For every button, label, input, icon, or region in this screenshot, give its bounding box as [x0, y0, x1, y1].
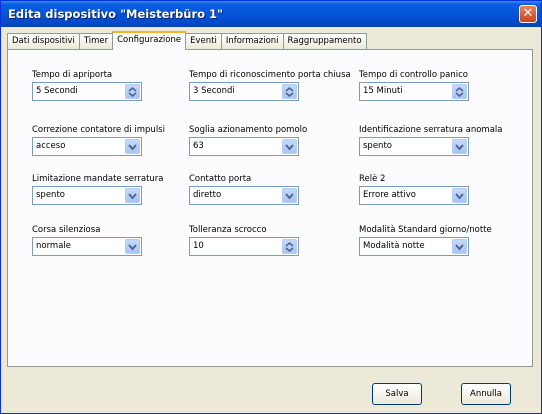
- spinner-arrows-icon[interactable]: [452, 84, 467, 99]
- field-modalita-standard: Modalità Standard giorno/notte Modalità …: [359, 225, 492, 256]
- field-contatto-porta: Contatto porta diretto: [189, 174, 299, 205]
- dialog-window: Edita dispositivo "Meisterbüro 1" ✕ Dati…: [0, 0, 542, 414]
- field-soglia-pomolo: Soglia azionamento pomolo 63: [189, 125, 308, 156]
- field-tolleranza-scrocco: Tolleranza scrocco 10: [189, 225, 299, 256]
- tab-raggruppamento[interactable]: Raggruppamento: [282, 33, 367, 49]
- cancel-button[interactable]: Annulla: [461, 383, 511, 405]
- correzione-contatore-dropdown[interactable]: acceso: [32, 137, 142, 156]
- chevron-down-icon[interactable]: [452, 188, 467, 203]
- tempo-apriporta-spinner[interactable]: 5 Secondi: [32, 82, 142, 101]
- field-value: normale: [36, 241, 72, 251]
- field-value: 3 Secondi: [193, 86, 235, 96]
- field-label: Soglia azionamento pomolo: [189, 125, 308, 135]
- chevron-down-icon[interactable]: [125, 239, 140, 254]
- field-tempo-apriporta: Tempo di apriporta 5 Secondi: [32, 70, 142, 101]
- tab-eventi[interactable]: Eventi: [185, 33, 222, 49]
- chevron-down-icon[interactable]: [452, 139, 467, 154]
- field-value: diretto: [193, 190, 222, 200]
- soglia-pomolo-dropdown[interactable]: 63: [189, 137, 299, 156]
- field-label: Tempo di apriporta: [32, 70, 113, 80]
- chevron-down-icon[interactable]: [125, 188, 140, 203]
- tempo-riconoscimento-spinner[interactable]: 3 Secondi: [189, 82, 299, 101]
- field-label: Tempo di controllo panico: [359, 70, 468, 80]
- field-value: acceso: [36, 141, 66, 151]
- field-label: Corsa silenziosa: [32, 225, 101, 235]
- save-button[interactable]: Salva: [372, 383, 422, 405]
- title-bar[interactable]: Edita dispositivo "Meisterbüro 1" ✕: [1, 1, 541, 27]
- field-label: Modalità Standard giorno/notte: [359, 225, 492, 235]
- chevron-down-icon[interactable]: [282, 139, 297, 154]
- modalita-standard-dropdown[interactable]: Modalità notte: [359, 237, 469, 256]
- chevron-down-icon[interactable]: [282, 188, 297, 203]
- field-value: 10: [193, 241, 204, 251]
- field-label: Tempo di riconoscimento porta chiusa: [189, 70, 351, 80]
- limitazione-mandate-dropdown[interactable]: spento: [32, 186, 142, 205]
- field-tempo-riconoscimento: Tempo di riconoscimento porta chiusa 3 S…: [189, 70, 351, 101]
- tempo-controllo-panico-spinner[interactable]: 15 Minuti: [359, 82, 469, 101]
- chevron-down-icon[interactable]: [452, 239, 467, 254]
- field-label: Correzione contatore di impulsi: [32, 125, 165, 135]
- field-value: spento: [36, 190, 65, 200]
- field-correzione-contatore: Correzione contatore di impulsi acceso: [32, 125, 165, 156]
- field-label: Limitazione mandate serratura: [32, 174, 164, 184]
- tolleranza-scrocco-spinner[interactable]: 10: [189, 237, 299, 256]
- field-label: Tolleranza scrocco: [189, 225, 267, 235]
- close-icon[interactable]: ✕: [519, 5, 537, 23]
- tab-strip: Dati dispositivi Timer Configurazione Ev…: [7, 31, 367, 50]
- window-title: Edita dispositivo "Meisterbüro 1": [8, 7, 224, 21]
- field-value: 15 Minuti: [363, 86, 403, 96]
- contatto-porta-dropdown[interactable]: diretto: [189, 186, 299, 205]
- spinner-arrows-icon[interactable]: [125, 84, 140, 99]
- field-label: Identificazione serratura anomala: [359, 125, 503, 135]
- field-value: Modalità notte: [363, 241, 425, 251]
- tab-dati-dispositivi[interactable]: Dati dispositivi: [7, 33, 80, 49]
- field-label: Contatto porta: [189, 174, 252, 184]
- field-limitazione-mandate: Limitazione mandate serratura spento: [32, 174, 164, 205]
- field-rele-2: Relè 2 Errore attivo: [359, 174, 469, 205]
- tab-configurazione[interactable]: Configurazione: [112, 31, 187, 50]
- field-value: 5 Secondi: [36, 86, 78, 96]
- tab-informazioni[interactable]: Informazioni: [220, 33, 284, 49]
- field-tempo-controllo-panico: Tempo di controllo panico 15 Minuti: [359, 70, 469, 101]
- chevron-down-icon[interactable]: [125, 139, 140, 154]
- field-corsa-silenziosa: Corsa silenziosa normale: [32, 225, 142, 256]
- field-value: 63: [193, 141, 204, 151]
- field-identificazione-serratura: Identificazione serratura anomala spento: [359, 125, 503, 156]
- spinner-arrows-icon[interactable]: [282, 84, 297, 99]
- corsa-silenziosa-dropdown[interactable]: normale: [32, 237, 142, 256]
- spinner-arrows-icon[interactable]: [282, 239, 297, 254]
- field-value: Errore attivo: [363, 190, 416, 200]
- field-value: spento: [363, 141, 392, 151]
- tab-timer[interactable]: Timer: [78, 33, 114, 49]
- configuration-panel: Tempo di apriporta 5 Secondi Tempo di ri…: [7, 49, 533, 367]
- rele-2-dropdown[interactable]: Errore attivo: [359, 186, 469, 205]
- field-label: Relè 2: [359, 174, 386, 184]
- identificazione-serratura-dropdown[interactable]: spento: [359, 137, 469, 156]
